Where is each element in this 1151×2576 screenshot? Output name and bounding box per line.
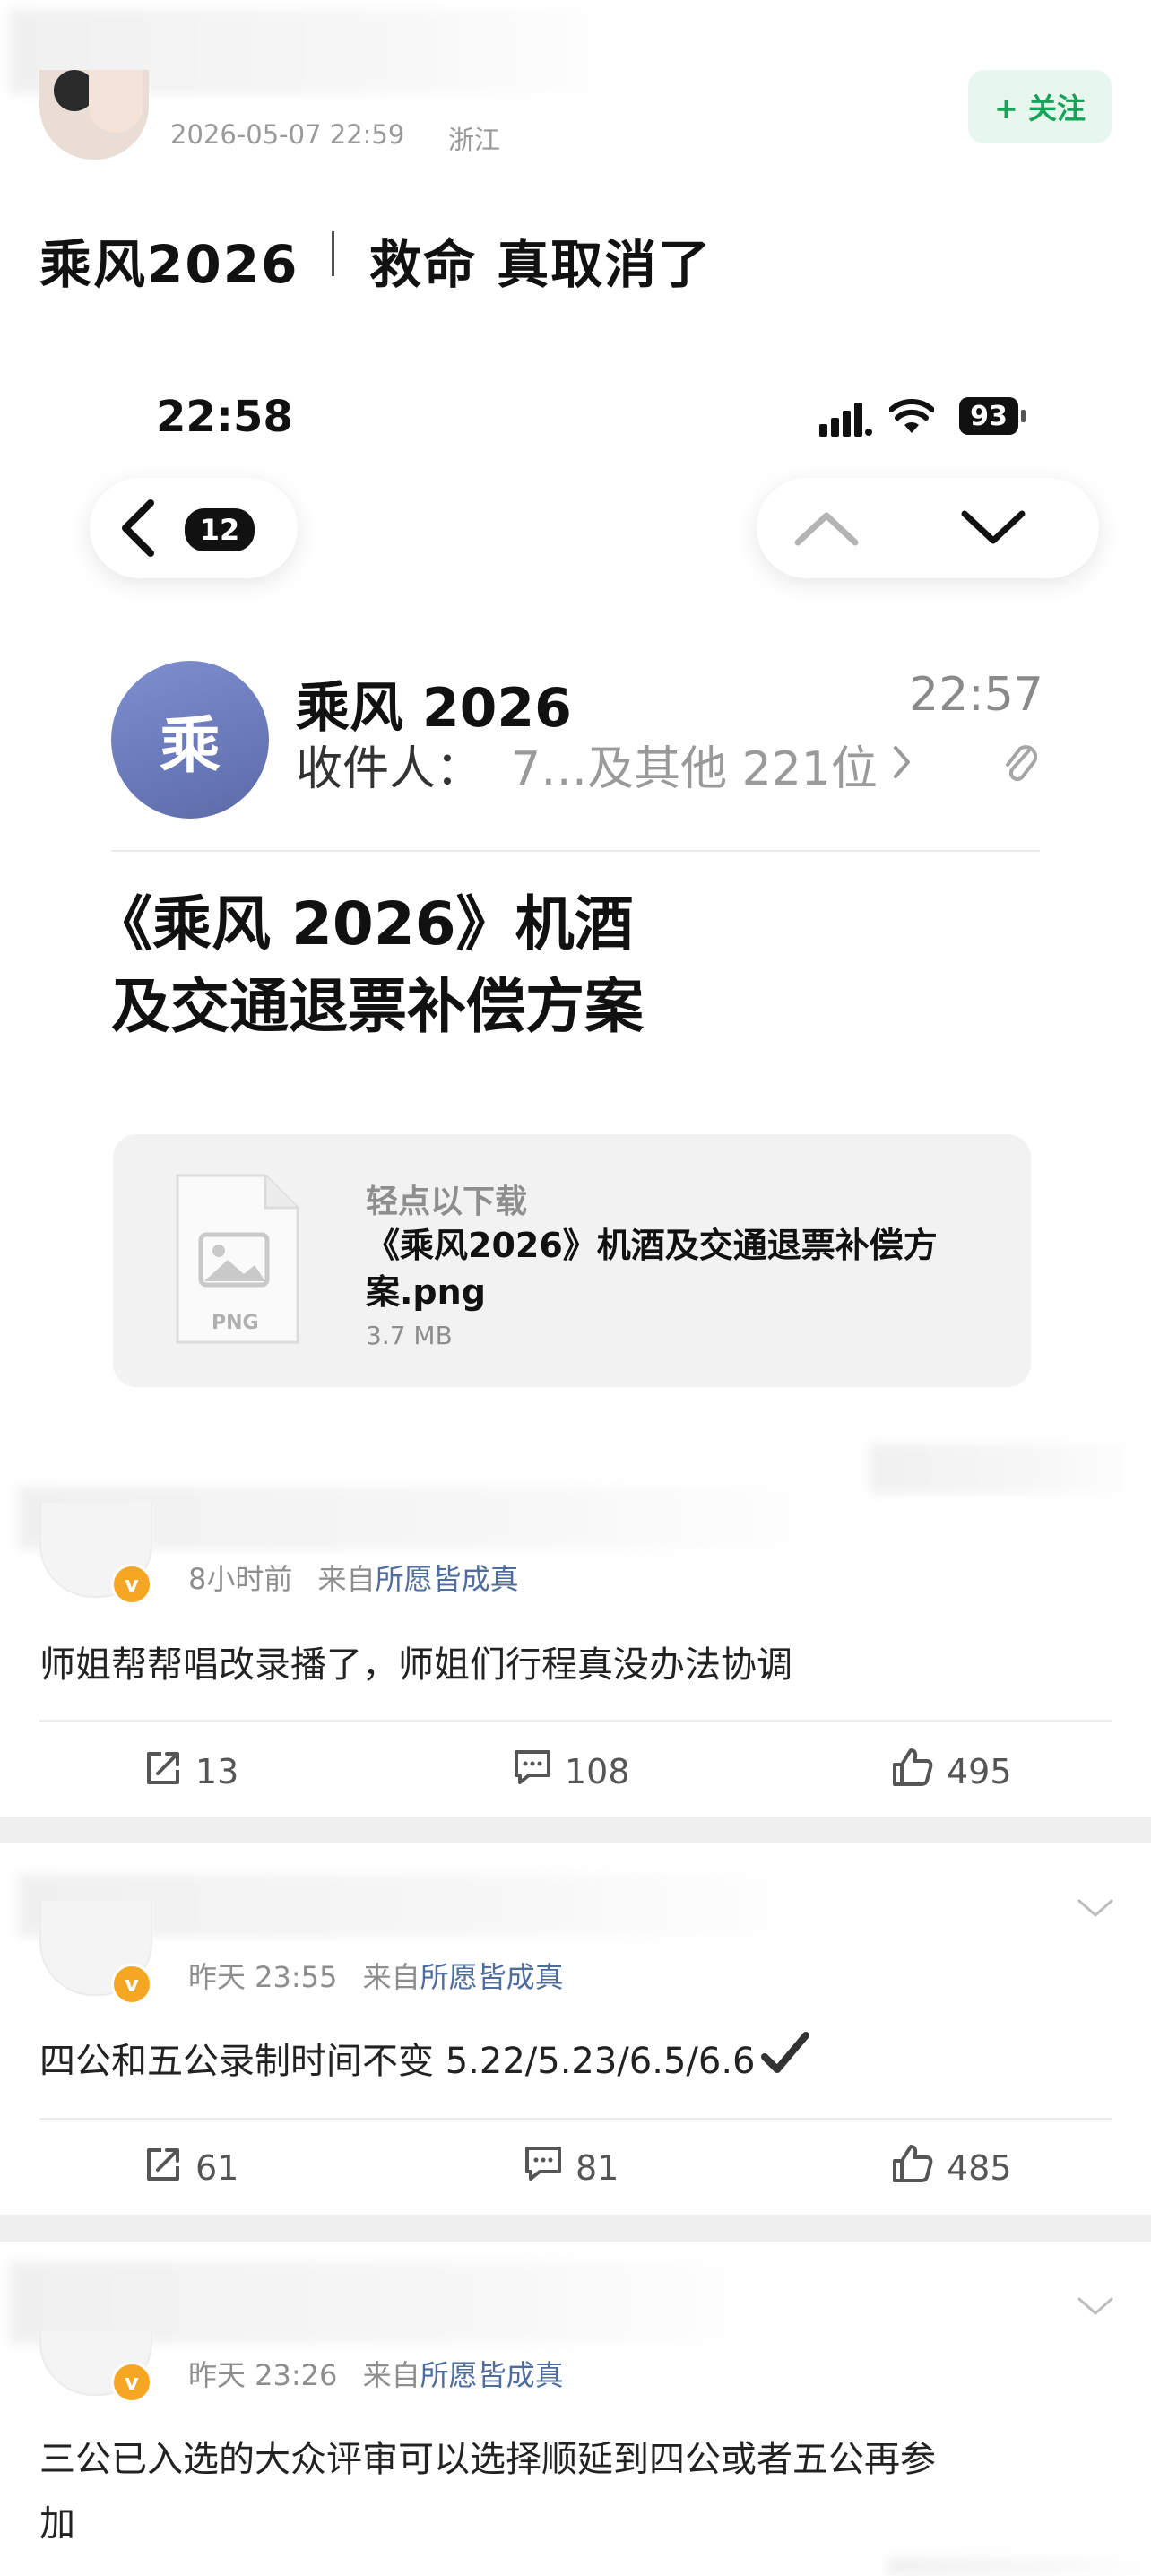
comment-1-text: 师姐帮帮唱改录播了，师姐们行程真没办法协调 — [39, 1644, 792, 1686]
like-count-2: 485 — [947, 2147, 1012, 2188]
chevron-down-icon[interactable] — [959, 508, 1027, 551]
comment-3-text-line2: 加 — [39, 2503, 75, 2545]
battery-icon: 93 — [959, 397, 1018, 435]
thumbs-up-icon — [891, 2143, 947, 2192]
comment-3-source[interactable]: 所愿皆成真 — [420, 2358, 564, 2392]
recipient-label: 收件人： — [296, 742, 483, 796]
comment-separator-1 — [0, 1817, 1151, 1843]
vip-badge-icon-1: v — [111, 1564, 152, 1605]
attachment-size: 3.7 MB — [366, 1321, 453, 1350]
comment-1-source[interactable]: 所愿皆成真 — [376, 1562, 519, 1596]
reply-count-1: 108 — [565, 1751, 630, 1791]
mail-subject-line1: 《乘风 2026》机酒 — [93, 889, 634, 958]
file-type-label: PNG — [212, 1312, 259, 1334]
reply-count-2: 81 — [576, 2147, 619, 2188]
comment-2-from: 来自 — [362, 1960, 420, 1994]
comment-3-meta: 昨天 23:26 来自所愿皆成真 — [188, 2353, 564, 2394]
chevron-up-icon[interactable] — [792, 508, 861, 551]
comment-3-from: 来自 — [362, 2358, 420, 2392]
chevron-down-icon[interactable] — [1076, 1897, 1115, 1924]
post-title-right: 救命 真取消了 — [369, 234, 713, 295]
post-timestamp: 2026-05-07 22:59 — [170, 119, 405, 150]
comment-3-text-line1: 三公已入选的大众评审可以选择顺延到四公或者五公再参 — [39, 2439, 936, 2480]
like-count-1: 495 — [947, 1751, 1012, 1791]
comment-icon — [513, 1748, 565, 1794]
like-button-1[interactable]: 495 — [891, 1747, 1012, 1796]
wifi-icon — [888, 399, 935, 438]
blurred-header-right-1 — [870, 1444, 1151, 1494]
comment-2-time: 昨天 23:55 — [188, 1960, 338, 1994]
chevron-left-icon — [120, 499, 156, 560]
share-icon — [143, 2145, 195, 2190]
follow-button[interactable]: + 关注 — [968, 70, 1112, 143]
mail-time: 22:57 — [909, 668, 1043, 722]
comment-2-text-row: 四公和五公录制时间不变 5.22/5.23/6.5/6.6 — [39, 2032, 809, 2084]
download-hint: 轻点以下载 — [366, 1184, 528, 1220]
title-divider — [332, 231, 334, 276]
author-avatar[interactable] — [39, 70, 149, 160]
thumbs-up-icon — [891, 1747, 947, 1796]
reply-button-1[interactable]: 108 — [513, 1748, 630, 1794]
comment-icon — [524, 2145, 576, 2190]
comment-2-source[interactable]: 所愿皆成真 — [420, 1960, 564, 1994]
recipient-list-text: 7…及其他 221位 — [511, 742, 878, 796]
sender-avatar: 乘 — [111, 661, 269, 819]
vip-badge-icon-2: v — [111, 1964, 152, 2005]
reply-button-2[interactable]: 81 — [524, 2145, 619, 2190]
battery-level: 93 — [970, 400, 1008, 432]
post-location: 浙江 — [448, 125, 501, 155]
vip-badge-icon-3: v — [111, 2362, 152, 2403]
comment-2-divider — [39, 2118, 1112, 2120]
chevron-down-icon[interactable] — [1076, 2295, 1115, 2322]
blurred-footer — [887, 2557, 1151, 2576]
attachment-card[interactable]: PNG 轻点以下载 《乘风2026》机酒及交通退票补偿方案.png 3.7 MB — [113, 1134, 1031, 1387]
post-title-left: 乘风2026 — [39, 234, 299, 295]
comment-1-divider — [39, 1720, 1112, 1722]
comment-2-text: 四公和五公录制时间不变 5.22/5.23/6.5/6.6 — [39, 2041, 756, 2082]
share-button-1[interactable]: 13 — [143, 1748, 238, 1794]
share-button-2[interactable]: 61 — [143, 2145, 238, 2190]
attachment-name: 《乘风2026》机酒及交通退票补偿方案.png — [366, 1226, 938, 1312]
comment-1-from: 来自 — [317, 1562, 376, 1596]
status-time: 22:58 — [156, 392, 293, 442]
embedded-mail-screenshot: 22:58 93 12 乘 乘风 2026 22:57 收件人： 7…及其他 2… — [39, 336, 1112, 1439]
share-count-1: 13 — [195, 1751, 239, 1791]
unread-count-badge: 12 — [185, 508, 255, 551]
share-count-2: 61 — [195, 2147, 239, 2188]
comment-3-time: 昨天 23:26 — [188, 2358, 338, 2392]
comment-separator-2 — [0, 2215, 1151, 2242]
comment-1-time: 8小时前 — [188, 1562, 293, 1596]
share-icon — [143, 1748, 195, 1794]
checkmark-icon — [760, 2032, 809, 2084]
battery-tip — [1021, 410, 1026, 422]
chevron-right-icon — [892, 738, 912, 792]
like-button-2[interactable]: 485 — [891, 2143, 1012, 2192]
signal-icon — [819, 403, 873, 440]
back-pill[interactable]: 12 — [90, 478, 298, 578]
recipient-list[interactable]: 7…及其他 221位 — [511, 731, 912, 798]
mail-subject-line2: 及交通退票补偿方案 — [111, 972, 644, 1041]
comment-2-meta: 昨天 23:55 来自所愿皆成真 — [188, 1955, 564, 1996]
comment-1-meta: 8小时前 来自所愿皆成真 — [188, 1557, 519, 1598]
header-divider — [111, 850, 1040, 852]
paperclip-icon — [1004, 742, 1040, 788]
message-nav-pill — [757, 478, 1099, 578]
